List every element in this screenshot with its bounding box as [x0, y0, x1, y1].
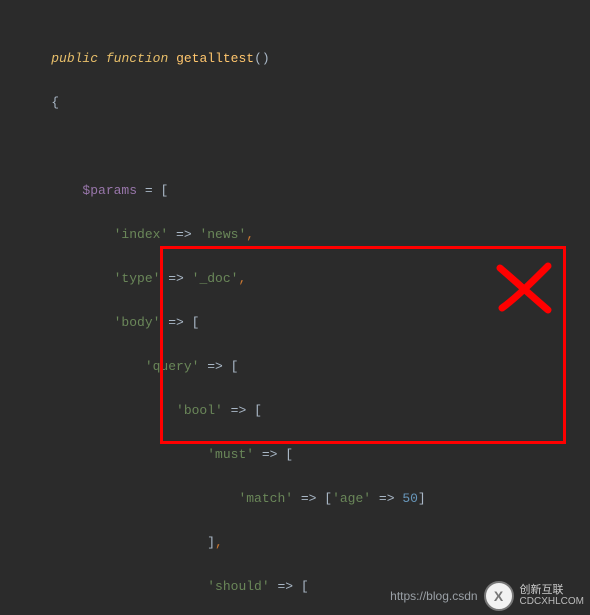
op-arrow: => — [293, 491, 324, 506]
op-arrow: => — [223, 403, 254, 418]
keyword-public: public — [51, 51, 98, 66]
str-should: 'should' — [207, 579, 269, 594]
watermark-url: https://blog.csdn — [390, 585, 477, 607]
code-editor: public function getalltest() { $params =… — [0, 0, 590, 615]
keyword-function: function — [106, 51, 168, 66]
op-arrow: => — [270, 579, 301, 594]
code-line: 'bool' => [ — [0, 400, 590, 422]
str-bool: 'bool' — [176, 403, 223, 418]
bracket-open: [ — [254, 403, 262, 418]
str-match: 'match' — [238, 491, 293, 506]
code-line: ], — [0, 532, 590, 554]
bracket-open: [ — [160, 183, 168, 198]
op-assign: = — [137, 183, 160, 198]
op-arrow: => — [168, 227, 199, 242]
str-doc: '_doc' — [192, 271, 239, 286]
bracket-open: [ — [324, 491, 332, 506]
num-50: 50 — [402, 491, 418, 506]
paren-close: ) — [262, 51, 270, 66]
bracket-open: [ — [301, 579, 309, 594]
str-age: 'age' — [332, 491, 371, 506]
code-line: 'body' => [ — [0, 312, 590, 334]
bracket-open: [ — [285, 447, 293, 462]
watermark: https://blog.csdn X 创新互联 CDCXHLCOM — [384, 577, 590, 615]
op-arrow: => — [160, 271, 191, 286]
function-name: getalltest — [176, 51, 254, 66]
comma: , — [238, 271, 246, 286]
comma: , — [215, 535, 223, 550]
var-params: $params — [82, 183, 137, 198]
op-arrow: => — [254, 447, 285, 462]
op-arrow: => — [371, 491, 402, 506]
code-line — [0, 136, 590, 158]
paren-open: ( — [254, 51, 262, 66]
code-line: public function getalltest() — [0, 48, 590, 70]
code-line: 'query' => [ — [0, 356, 590, 378]
str-type: 'type' — [114, 271, 161, 286]
str-body: 'body' — [114, 315, 161, 330]
bracket-open: [ — [231, 359, 239, 374]
watermark-text: 创新互联 CDCXHLCOM — [520, 584, 584, 608]
comma: , — [246, 227, 254, 242]
str-news: 'news' — [199, 227, 246, 242]
op-arrow: => — [199, 359, 230, 374]
code-line: 'type' => '_doc', — [0, 268, 590, 290]
str-must: 'must' — [207, 447, 254, 462]
code-line: { — [0, 92, 590, 114]
watermark-logo-icon: X — [484, 581, 514, 611]
code-line: $params = [ — [0, 180, 590, 202]
watermark-brand-en: CDCXHLCOM — [520, 596, 584, 608]
op-arrow: => — [160, 315, 191, 330]
code-line: 'match' => ['age' => 50] — [0, 488, 590, 510]
bracket-close: ] — [418, 491, 426, 506]
watermark-brand-cn: 创新互联 — [520, 584, 584, 596]
code-line: 'must' => [ — [0, 444, 590, 466]
str-index: 'index' — [114, 227, 169, 242]
bracket-open: [ — [192, 315, 200, 330]
str-query: 'query' — [145, 359, 200, 374]
brace-open: { — [51, 95, 59, 110]
code-line: 'index' => 'news', — [0, 224, 590, 246]
bracket-close: ] — [207, 535, 215, 550]
